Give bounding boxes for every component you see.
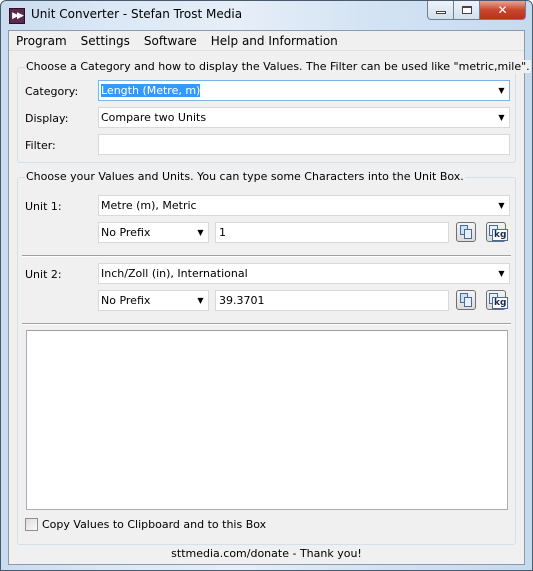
copy-unit-kg-icon: kg: [489, 292, 509, 309]
unit1-amount-input[interactable]: 1: [215, 222, 449, 243]
minimize-button[interactable]: [427, 1, 454, 20]
copy-values-checkbox[interactable]: [25, 518, 38, 531]
chevron-down-icon: ▼: [197, 296, 204, 305]
category-value: Length (Metre, m): [101, 84, 201, 97]
divider: [22, 255, 511, 257]
output-box[interactable]: [26, 330, 508, 510]
values-group-legend: Choose your Values and Units. You can ty…: [25, 170, 465, 183]
unit1-label: Unit 1:: [25, 200, 62, 213]
filter-input[interactable]: [98, 134, 510, 155]
unit2-prefix-select[interactable]: No Prefix ▼: [98, 290, 209, 311]
unit1-prefix-value: No Prefix: [101, 226, 151, 239]
unit1-select[interactable]: Metre (m), Metric ▼: [98, 195, 510, 216]
category-group: Choose a Category and how to display the…: [17, 60, 531, 163]
unit2-select[interactable]: Inch/Zoll (in), International ▼: [98, 263, 510, 284]
app-window: ▶▶ Unit Converter - Stefan Trost Media ✕…: [0, 0, 533, 571]
filter-label: Filter:: [25, 139, 56, 152]
unit1-prefix-select[interactable]: No Prefix ▼: [98, 222, 209, 243]
maximize-icon: [461, 6, 472, 14]
minimize-icon: [435, 11, 446, 14]
app-icon: ▶▶: [9, 8, 25, 24]
menu-software[interactable]: Software: [137, 31, 204, 51]
category-label: Category:: [25, 85, 79, 98]
unit2-label: Unit 2:: [25, 268, 62, 281]
copy-values-checkbox-row[interactable]: Copy Values to Clipboard and to this Box: [25, 518, 266, 531]
donate-link[interactable]: sttmedia.com/donate - Thank you!: [9, 547, 524, 560]
category-group-legend: Choose a Category and how to display the…: [25, 60, 531, 73]
unit2-unit-copy-button[interactable]: kg: [486, 290, 509, 310]
unit2-amount-input[interactable]: 39.3701: [215, 290, 449, 311]
menu-settings[interactable]: Settings: [74, 31, 137, 51]
unit1-unit-copy-button[interactable]: kg: [486, 222, 509, 242]
display-label: Display:: [25, 112, 69, 125]
menu-help[interactable]: Help and Information: [204, 31, 345, 51]
chevron-down-icon: ▼: [498, 86, 505, 95]
unit1-value: Metre (m), Metric: [101, 199, 197, 212]
chevron-down-icon: ▼: [197, 228, 204, 237]
display-value: Compare two Units: [101, 111, 207, 124]
menu-bar: Program Settings Software Help and Infor…: [9, 31, 524, 51]
window-title: Unit Converter - Stefan Trost Media: [31, 7, 243, 21]
category-select[interactable]: Length (Metre, m) ▼: [98, 80, 510, 101]
menu-program[interactable]: Program: [9, 31, 74, 51]
copy-icon: [460, 225, 472, 239]
chevron-down-icon: ▼: [498, 269, 505, 278]
unit2-value: Inch/Zoll (in), International: [101, 267, 248, 280]
window-controls: ✕: [427, 1, 526, 20]
unit2-prefix-value: No Prefix: [101, 294, 151, 307]
copy-values-checkbox-label[interactable]: Copy Values to Clipboard and to this Box: [42, 518, 266, 531]
unit1-copy-button[interactable]: [456, 222, 476, 242]
chevron-down-icon: ▼: [498, 201, 505, 210]
client-area: Program Settings Software Help and Infor…: [8, 30, 531, 565]
display-select[interactable]: Compare two Units ▼: [98, 107, 510, 128]
copy-unit-kg-icon: kg: [489, 224, 509, 241]
chevron-down-icon: ▼: [498, 113, 505, 122]
maximize-button[interactable]: [454, 1, 480, 20]
divider: [22, 323, 511, 325]
close-button[interactable]: ✕: [480, 1, 526, 20]
close-icon: ✕: [497, 3, 508, 17]
copy-icon: [460, 293, 472, 307]
title-bar[interactable]: ▶▶ Unit Converter - Stefan Trost Media ✕: [1, 1, 532, 30]
values-group: Choose your Values and Units. You can ty…: [17, 170, 516, 545]
unit2-copy-button[interactable]: [456, 290, 476, 310]
